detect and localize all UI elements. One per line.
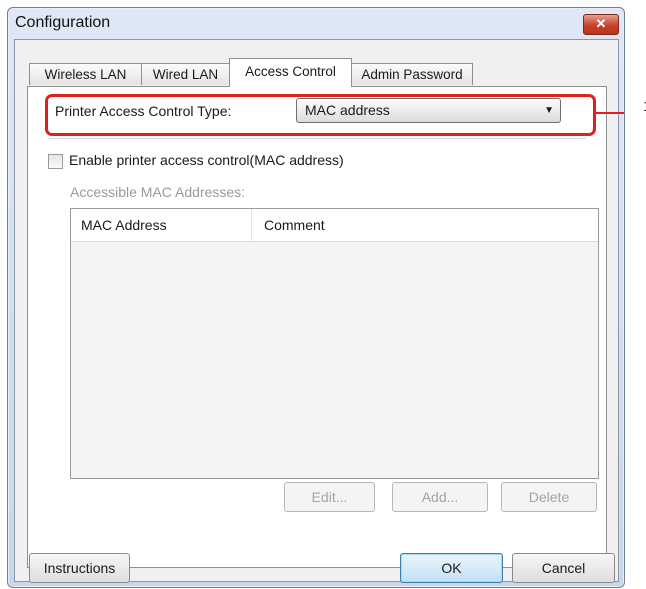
access-control-panel: 1 Printer Access Control Type: MAC addre… xyxy=(27,86,646,568)
access-control-type-value: MAC address xyxy=(305,102,390,118)
tab-wireless-lan[interactable]: Wireless LAN xyxy=(29,63,142,85)
edit-button[interactable]: Edit... xyxy=(284,482,375,512)
column-header-mac-address[interactable]: MAC Address xyxy=(81,217,167,233)
configuration-dialog: Configuration ✕ Wireless LAN Wired LAN A… xyxy=(7,7,646,588)
table-header: MAC Address Comment xyxy=(71,209,598,242)
mac-address-table[interactable]: MAC Address Comment xyxy=(70,208,599,479)
column-separator[interactable] xyxy=(251,209,252,241)
dialog-title: Configuration xyxy=(15,14,111,31)
callout-line xyxy=(594,112,624,114)
close-button[interactable]: ✕ xyxy=(583,14,619,35)
enable-access-control-checkbox[interactable] xyxy=(48,154,63,169)
tab-wired-lan[interactable]: Wired LAN xyxy=(141,63,230,85)
close-icon: ✕ xyxy=(595,16,607,31)
cancel-button[interactable]: Cancel xyxy=(512,553,615,583)
accessible-mac-label: Accessible MAC Addresses: xyxy=(70,184,246,200)
enable-access-control-label[interactable]: Enable printer access control(MAC addres… xyxy=(69,152,344,168)
chevron-down-icon: ▼ xyxy=(544,105,554,116)
delete-button[interactable]: Delete xyxy=(501,482,597,512)
tab-admin-password[interactable]: Admin Password xyxy=(351,63,473,85)
column-header-comment[interactable]: Comment xyxy=(264,217,325,233)
add-button[interactable]: Add... xyxy=(392,482,488,512)
tab-access-control[interactable]: Access Control xyxy=(229,58,352,87)
instructions-button[interactable]: Instructions xyxy=(29,553,130,583)
ok-button[interactable]: OK xyxy=(400,553,503,583)
access-control-type-label: Printer Access Control Type: xyxy=(55,103,232,119)
access-control-type-select[interactable]: MAC address ▼ xyxy=(296,98,561,123)
dialog-body: Wireless LAN Wired LAN Access Control Ad… xyxy=(14,39,646,583)
section-divider xyxy=(48,138,586,139)
